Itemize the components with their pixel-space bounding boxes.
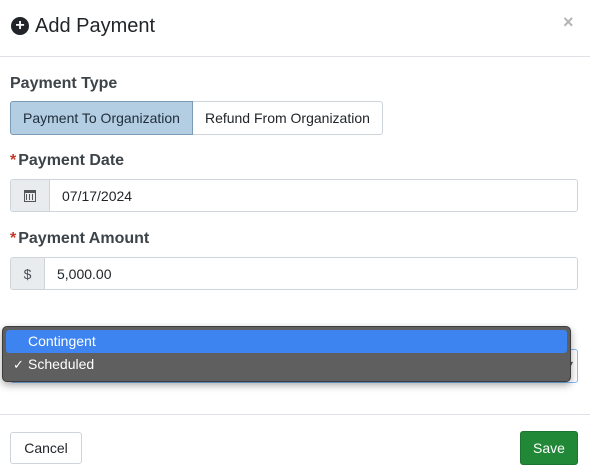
save-button[interactable]: Save: [520, 431, 578, 465]
payment-type-label: Payment Type: [10, 75, 118, 92]
plus-circle-icon: +: [11, 17, 29, 35]
payment-date-group: [10, 179, 578, 212]
modal-header: + Add Payment ×: [0, 0, 590, 57]
payment-type-toggle: Payment To Organization Refund From Orga…: [10, 101, 383, 135]
calendar-button[interactable]: [11, 180, 50, 211]
payment-to-organization-button[interactable]: Payment To Organization: [10, 101, 193, 135]
payment-amount-label: * Payment Amount: [10, 230, 149, 248]
payment-amount-input[interactable]: [45, 258, 577, 289]
dropdown-option-contingent[interactable]: Contingent: [6, 330, 567, 353]
payment-date-label: * Payment Date: [10, 152, 124, 170]
currency-prefix: $: [11, 258, 45, 289]
status-dropdown-menu: Contingent ✓ Scheduled: [2, 326, 571, 382]
checkmark-icon: ✓: [13, 357, 24, 372]
option-label: Scheduled: [28, 356, 95, 372]
modal-footer: Cancel Save: [0, 414, 590, 475]
option-label: Contingent: [28, 333, 96, 349]
payment-amount-label-text: Payment Amount: [18, 230, 150, 247]
close-icon[interactable]: ×: [563, 12, 574, 33]
cancel-button[interactable]: Cancel: [10, 432, 82, 464]
refund-from-organization-button[interactable]: Refund From Organization: [192, 101, 383, 135]
modal-title: Add Payment: [35, 15, 156, 37]
required-marker: *: [10, 152, 17, 169]
required-marker: *: [10, 230, 17, 247]
calendar-icon: [24, 189, 36, 202]
dropdown-option-scheduled[interactable]: ✓ Scheduled: [6, 353, 567, 376]
payment-date-label-text: Payment Date: [18, 152, 125, 169]
payment-date-input[interactable]: [50, 180, 577, 211]
payment-amount-group: $: [10, 257, 578, 290]
